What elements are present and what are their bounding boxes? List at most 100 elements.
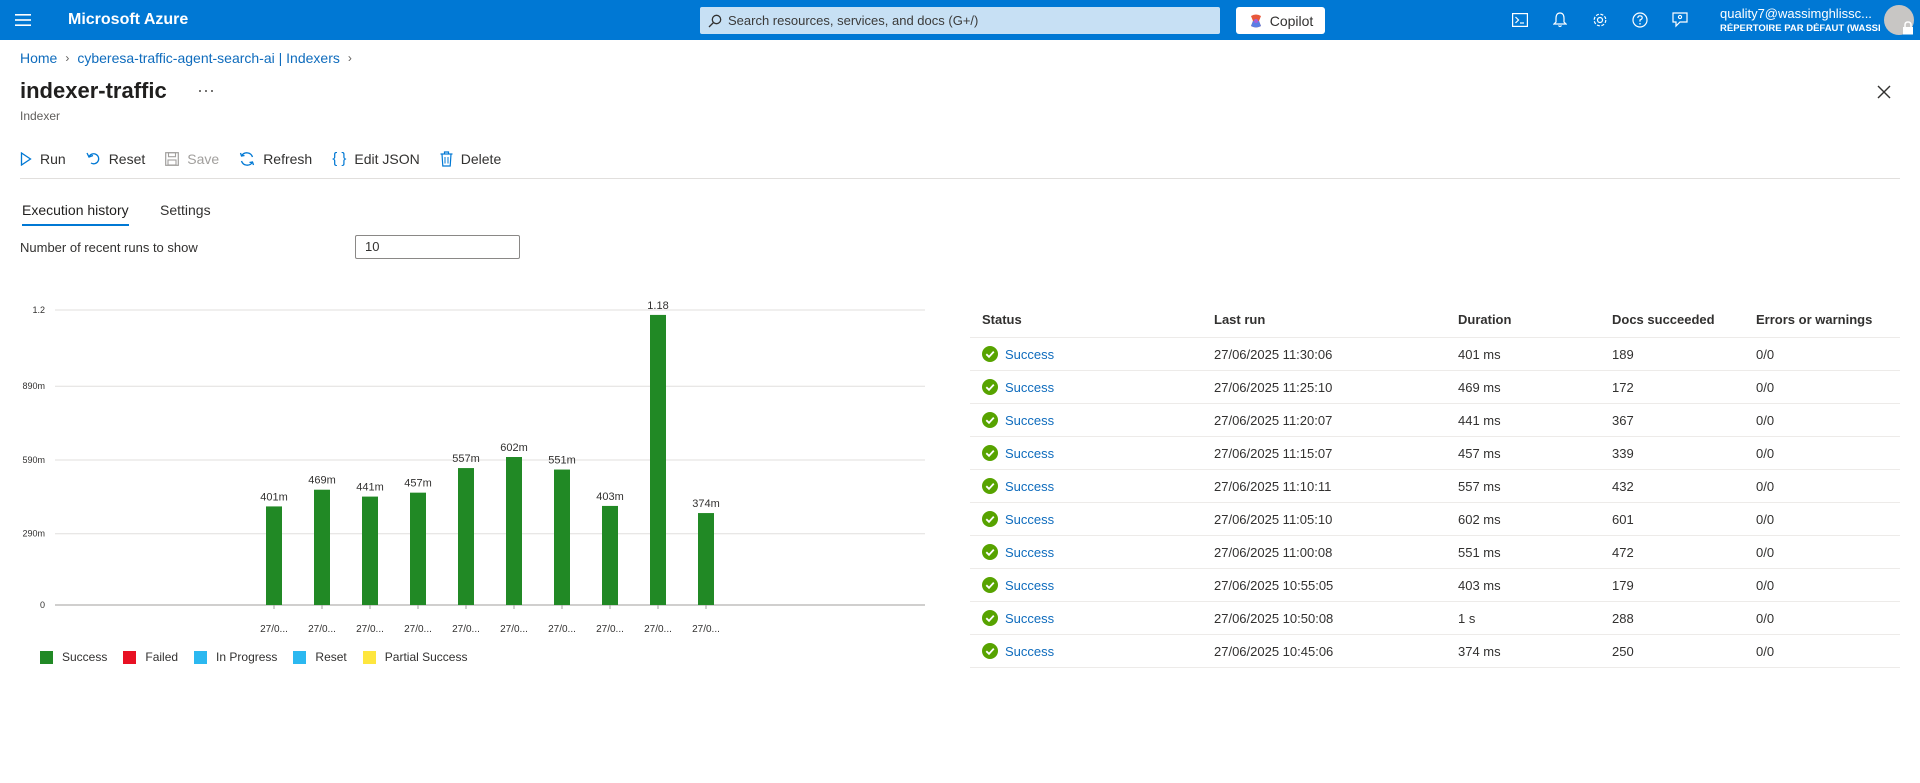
- docs-succeeded-cell: 472: [1612, 544, 1634, 560]
- data-label: 551m: [548, 455, 576, 467]
- recent-runs-input[interactable]: 10: [355, 235, 520, 259]
- errors-cell: 0/0: [1756, 511, 1775, 527]
- breadcrumb: Home › cyberesa-traffic-agent-search-ai …: [20, 50, 360, 66]
- legend-label: In Progress: [216, 650, 278, 664]
- feedback-icon[interactable]: [1660, 0, 1700, 40]
- legend-swatch: [194, 650, 208, 664]
- errors-cell: 0/0: [1756, 577, 1775, 593]
- breadcrumb-indexers[interactable]: cyberesa-traffic-agent-search-ai | Index…: [77, 50, 340, 66]
- chevron-right-icon: ›: [65, 51, 70, 65]
- y-tick-label: 0: [40, 600, 45, 610]
- x-tick-label: 27/0...: [356, 624, 384, 635]
- account-email: quality7@wassimghlissc...: [1720, 6, 1872, 21]
- duration-cell: 441 ms: [1458, 412, 1501, 428]
- legend-swatch: [293, 650, 307, 664]
- help-icon[interactable]: [1620, 0, 1660, 40]
- notifications-bell-icon[interactable]: [1540, 0, 1580, 40]
- status-cell: Success: [970, 577, 1214, 593]
- brand-title[interactable]: Microsoft Azure: [68, 11, 698, 29]
- status-link[interactable]: Success: [1005, 644, 1054, 659]
- breadcrumb-home[interactable]: Home: [20, 50, 57, 66]
- more-options-button[interactable]: ···: [197, 80, 215, 101]
- cloud-shell-icon[interactable]: [1500, 0, 1540, 40]
- account-menu[interactable]: quality7@wassimghlissc... RÉPERTOIRE PAR…: [1720, 6, 1880, 34]
- search-placeholder: Search resources, services, and docs (G+…: [728, 13, 979, 28]
- table-row: Success 27/06/2025 11:25:10 469 ms 172 0/0: [970, 371, 1900, 404]
- table-row: Success 27/06/2025 10:55:05 403 ms 179 0/0: [970, 569, 1900, 602]
- errors-cell: 0/0: [1756, 445, 1775, 461]
- status-link[interactable]: Success: [1005, 446, 1054, 461]
- status-link[interactable]: Success: [1005, 578, 1054, 593]
- docs-succeeded-cell: 432: [1612, 478, 1634, 494]
- braces-icon: { }: [332, 150, 347, 167]
- status-cell: Success: [970, 445, 1214, 461]
- tab-execution-history[interactable]: Execution history: [22, 202, 129, 226]
- success-check-icon: [982, 577, 998, 593]
- status-cell: Success: [970, 478, 1214, 494]
- status-link[interactable]: Success: [1005, 512, 1054, 527]
- close-icon[interactable]: [1874, 82, 1894, 102]
- delete-label: Delete: [460, 150, 502, 167]
- save-label: Save: [187, 150, 220, 167]
- status-link[interactable]: Success: [1005, 380, 1054, 395]
- last-run-cell: 27/06/2025 11:25:10: [1214, 379, 1333, 395]
- success-check-icon: [982, 445, 998, 461]
- legend-label: Failed: [145, 650, 179, 664]
- undo-icon: [86, 151, 101, 166]
- bar: [698, 513, 714, 605]
- column-header-duration: Duration: [1458, 312, 1512, 327]
- docs-succeeded-cell: 339: [1612, 445, 1634, 461]
- run-button[interactable]: Run: [20, 151, 66, 167]
- edit-json-button[interactable]: { } Edit JSON: [332, 150, 420, 167]
- table-row: Success 27/06/2025 11:20:07 441 ms 367 0/0: [970, 404, 1900, 437]
- status-link[interactable]: Success: [1005, 413, 1054, 428]
- duration-cell: 403 ms: [1458, 577, 1501, 593]
- column-header-last-run: Last run: [1214, 312, 1266, 327]
- reset-button[interactable]: Reset: [86, 151, 145, 167]
- x-tick-label: 27/0...: [452, 624, 480, 635]
- table-row: Success 27/06/2025 10:45:06 374 ms 250 0/0: [970, 635, 1900, 668]
- menu-icon[interactable]: [0, 0, 46, 40]
- last-run-cell: 27/06/2025 11:05:10: [1214, 511, 1333, 527]
- save-button[interactable]: Save: [165, 151, 219, 167]
- column-header-errors: Errors or warnings: [1756, 312, 1873, 327]
- account-directory: RÉPERTOIRE PAR DÉFAUT (WASSI...: [1720, 23, 1880, 34]
- docs-succeeded-cell: 179: [1612, 577, 1634, 593]
- data-label: 374m: [692, 498, 720, 510]
- legend-item-partial-success: Partial Success: [362, 650, 468, 664]
- last-run-cell: 27/06/2025 11:15:07: [1214, 445, 1333, 461]
- legend-label: Reset: [315, 650, 347, 664]
- status-link[interactable]: Success: [1005, 545, 1054, 560]
- y-tick-label: 890m: [22, 381, 45, 391]
- status-link[interactable]: Success: [1005, 479, 1054, 494]
- errors-cell: 0/0: [1756, 544, 1775, 560]
- status-link[interactable]: Success: [1005, 347, 1054, 362]
- legend-item-failed: Failed: [123, 650, 178, 664]
- data-label: 469m: [308, 475, 336, 487]
- bar: [314, 489, 330, 605]
- duration-cell: 602 ms: [1458, 511, 1501, 527]
- legend-label: Partial Success: [384, 650, 468, 664]
- last-run-cell: 27/06/2025 11:30:06: [1214, 346, 1333, 362]
- table-header: Status Last run Duration Docs succeeded …: [970, 302, 1900, 338]
- copilot-icon: [1250, 14, 1261, 27]
- delete-button[interactable]: Delete: [440, 151, 501, 167]
- settings-gear-icon[interactable]: [1580, 0, 1620, 40]
- status-cell: Success: [970, 643, 1214, 659]
- recent-runs-label: Number of recent runs to show: [20, 240, 198, 255]
- table-row: Success 27/06/2025 11:05:10 602 ms 601 0/0: [970, 503, 1900, 536]
- tab-settings[interactable]: Settings: [160, 202, 211, 218]
- docs-succeeded-cell: 367: [1612, 412, 1634, 428]
- global-search-input[interactable]: Search resources, services, and docs (G+…: [700, 7, 1220, 34]
- status-link[interactable]: Success: [1005, 611, 1054, 626]
- docs-succeeded-cell: 601: [1612, 511, 1634, 527]
- y-tick-label: 290m: [22, 529, 45, 539]
- data-label: 403m: [596, 491, 624, 503]
- status-cell: Success: [970, 610, 1214, 626]
- copilot-button[interactable]: Copilot: [1236, 7, 1325, 34]
- refresh-button[interactable]: Refresh: [239, 151, 312, 167]
- success-check-icon: [982, 511, 998, 527]
- y-tick-label: 590m: [22, 455, 45, 465]
- legend-item-reset: Reset: [293, 650, 347, 664]
- errors-cell: 0/0: [1756, 379, 1775, 395]
